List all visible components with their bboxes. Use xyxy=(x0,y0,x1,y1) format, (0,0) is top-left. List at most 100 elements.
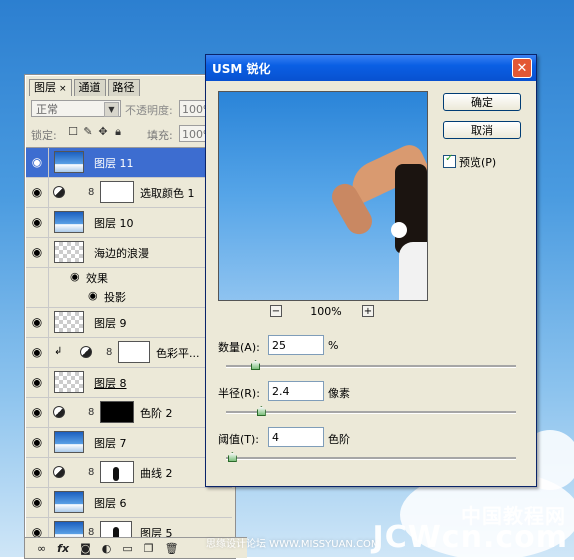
slider-knob[interactable] xyxy=(251,360,260,370)
layer-thumbnail xyxy=(54,241,84,263)
layer-name: 曲线 2 xyxy=(140,467,173,480)
fx-icon[interactable]: fx xyxy=(57,542,69,555)
layer-row[interactable]: ◉ 海边的浪漫 fx xyxy=(26,238,232,268)
link-icon[interactable]: ∞ xyxy=(37,542,46,555)
adjustment-layer-icon xyxy=(53,186,65,198)
eye-icon[interactable]: ◉ xyxy=(29,184,45,200)
layer-row[interactable]: ◉ 8 选取颜色 1 xyxy=(26,178,232,208)
layer-effects-row[interactable]: ◉ 效果 xyxy=(26,268,232,287)
mask-thumbnail xyxy=(100,461,134,483)
mask-thumbnail xyxy=(100,401,134,423)
threshold-unit: 色阶 xyxy=(328,433,350,446)
eye-icon[interactable]: ◉ xyxy=(29,494,45,510)
layer-row[interactable]: ◉ 图层 11 xyxy=(26,148,232,178)
slider-track xyxy=(226,365,516,368)
amount-slider[interactable] xyxy=(226,360,516,370)
layer-row[interactable]: ◉ 图层 6 xyxy=(26,488,232,518)
layer-thumbnail xyxy=(54,431,84,453)
eye-icon[interactable]: ◉ xyxy=(29,374,45,390)
radius-input[interactable]: 2.4 xyxy=(268,381,324,401)
blend-mode-select[interactable]: 正常 ▼ xyxy=(31,100,121,117)
close-button[interactable]: ✕ xyxy=(512,58,532,78)
layer-thumbnail xyxy=(54,211,84,233)
cancel-button[interactable]: 取消 xyxy=(443,121,521,139)
layer-name: 色彩平... xyxy=(156,347,200,360)
mask-icon[interactable]: ◙ xyxy=(80,542,91,555)
effects-label: 效果 xyxy=(86,272,108,285)
eye-icon[interactable]: ◉ xyxy=(29,154,45,170)
new-layer-icon[interactable]: ❐ xyxy=(144,542,154,555)
lock-position-icon[interactable]: ✥ xyxy=(97,126,109,138)
watermark-site: 思缘设计论坛 WWW.MISSYUAN.COM xyxy=(206,539,380,550)
layer-name: 图层 11 xyxy=(94,157,134,170)
close-icon: ✕ xyxy=(516,61,528,76)
eye-icon[interactable]: ◉ xyxy=(88,289,98,302)
preview-checkbox[interactable]: 预览(P) xyxy=(443,153,496,170)
preview-hair xyxy=(395,164,427,254)
slider-knob[interactable] xyxy=(256,406,266,416)
adjustment-layer-icon xyxy=(80,346,92,358)
adjustment-layer-icon xyxy=(53,466,65,478)
tab-paths[interactable]: 路径 xyxy=(107,79,140,96)
zoom-out-button[interactable]: − xyxy=(270,305,282,317)
preview-image[interactable] xyxy=(218,91,428,301)
adjustment-icon[interactable]: ◐ xyxy=(102,542,112,555)
eye-icon[interactable]: ◉ xyxy=(29,404,45,420)
tab-channels[interactable]: 通道 xyxy=(73,79,106,96)
preview-dress xyxy=(399,242,427,300)
adjustment-layer-icon xyxy=(53,406,65,418)
trash-icon[interactable]: 🗑︎ xyxy=(165,542,179,555)
layer-thumbnail xyxy=(54,491,84,513)
checkbox-icon xyxy=(443,153,456,168)
tab-layers[interactable]: 图层 × xyxy=(29,79,72,96)
layer-name: 图层 9 xyxy=(94,317,127,330)
ok-button[interactable]: 确定 xyxy=(443,93,521,111)
layer-name: 图层 7 xyxy=(94,437,127,450)
layer-thumbnail xyxy=(54,151,84,173)
mask-thumbnail xyxy=(118,341,150,363)
close-tab-icon[interactable]: × xyxy=(59,84,67,94)
eye-icon[interactable]: ◉ xyxy=(29,344,45,360)
layer-list: ◉ 图层 11 ◉ 8 选取颜色 1 ◉ 图层 10 ◉ 海边的浪漫 fx xyxy=(26,147,232,540)
amount-input[interactable]: 25 xyxy=(268,335,324,355)
chevron-down-icon: ▼ xyxy=(104,102,119,117)
layer-row[interactable]: ◉ 图层 8 xyxy=(26,368,232,398)
layer-row[interactable]: ◉ 图层 9 xyxy=(26,308,232,338)
eye-icon[interactable]: ◉ xyxy=(70,270,80,283)
eye-icon[interactable]: ◉ xyxy=(29,434,45,450)
dialog-titlebar[interactable]: USM 锐化 ✕ xyxy=(206,55,536,81)
fill-label: 填充: xyxy=(147,129,173,142)
eye-icon[interactable]: ◉ xyxy=(29,214,45,230)
link-icon: 8 xyxy=(88,407,95,418)
threshold-slider[interactable] xyxy=(226,452,516,462)
lock-paint-icon[interactable]: ✎ xyxy=(82,126,94,138)
layer-row[interactable]: ◉ 8 曲线 2 xyxy=(26,458,232,488)
lock-transparency-icon[interactable]: ☐ xyxy=(67,126,79,138)
watermark-brand-en: JCWcn.com xyxy=(372,520,568,555)
eye-icon[interactable]: ◉ xyxy=(29,314,45,330)
lock-all-icon[interactable]: 🔒︎ xyxy=(112,126,124,138)
layer-row[interactable]: ◉ 图层 10 xyxy=(26,208,232,238)
zoom-controls: − 100% + xyxy=(218,305,426,321)
radius-label: 半径(R): xyxy=(218,387,260,400)
usm-sharpen-dialog: USM 锐化 ✕ − 100% + 确定 取消 预览(P) 数量(A): 25 … xyxy=(205,54,537,487)
threshold-input[interactable]: 4 xyxy=(268,427,324,447)
zoom-in-button[interactable]: + xyxy=(362,305,374,317)
eye-icon[interactable]: ◉ xyxy=(29,244,45,260)
folder-icon[interactable]: ▭ xyxy=(122,542,132,555)
slider-track xyxy=(226,457,516,460)
layer-thumbnail xyxy=(54,371,84,393)
layer-row[interactable]: ◉ 8 色阶 2 xyxy=(26,398,232,428)
dialog-title: USM 锐化 xyxy=(212,62,271,76)
slider-track xyxy=(226,411,516,414)
slider-knob[interactable] xyxy=(227,452,237,462)
layer-name: 图层 6 xyxy=(94,497,127,510)
layer-effect-row[interactable]: ◉ 投影 xyxy=(26,287,232,308)
layer-name: 图层 10 xyxy=(94,217,134,230)
radius-slider[interactable] xyxy=(226,406,516,416)
eye-icon[interactable]: ◉ xyxy=(29,464,45,480)
lock-label: 锁定: xyxy=(31,129,57,142)
layer-name: 图层 8 xyxy=(94,377,127,390)
layer-row[interactable]: ◉ ↲ 8 色彩平... xyxy=(26,338,232,368)
layer-row[interactable]: ◉ 图层 7 xyxy=(26,428,232,458)
